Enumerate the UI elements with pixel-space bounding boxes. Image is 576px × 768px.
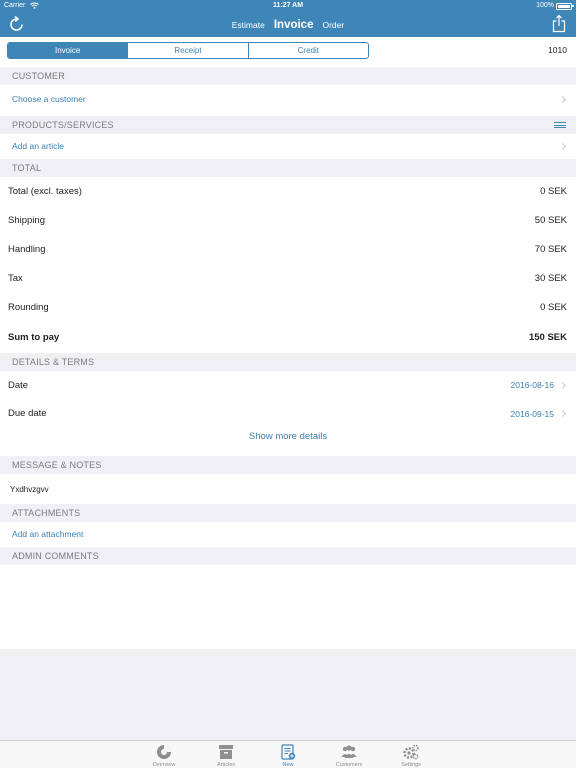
gears-icon — [403, 744, 419, 760]
chevron-right-icon — [558, 409, 567, 418]
document-type-tabs: Estimate Invoice Order — [0, 12, 576, 37]
segment-invoice[interactable]: Invoice — [8, 43, 128, 58]
tab-order[interactable]: Order — [322, 20, 344, 30]
reorder-icon[interactable] — [554, 122, 566, 128]
chevron-right-icon — [558, 95, 567, 104]
tax-row: Tax 30 SEK — [0, 264, 576, 293]
segment-row: Invoice Receipt Credit 1010 — [0, 37, 576, 67]
nav-bar: Estimate Invoice Order — [0, 12, 576, 37]
add-attachment-row[interactable]: Add an attachment — [0, 522, 576, 546]
rounding-value: 0 SEK — [540, 302, 567, 313]
details-section-header: DETAILS & TERMS — [0, 353, 576, 371]
handling-row: Handling 70 SEK — [0, 235, 576, 264]
message-section-header: MESSAGE & NOTES — [0, 456, 576, 474]
shipping-row: Shipping 50 SEK — [0, 206, 576, 235]
status-time: 11:27 AM — [272, 2, 304, 9]
overview-icon — [157, 745, 171, 759]
total-excl-taxes-label: Total (excl. taxes) — [8, 186, 82, 197]
add-article-label: Add an article — [12, 141, 64, 151]
date-row[interactable]: Date 2016-08-16 — [0, 371, 576, 399]
total-section-header: TOTAL — [0, 159, 576, 177]
products-section-header: PRODUCTS/SERVICES — [0, 116, 576, 134]
chevron-right-icon — [558, 142, 567, 151]
status-bar: Carrier 11:27 AM 100% — [0, 0, 576, 12]
message-row[interactable]: Yxdhvzgvv — [0, 474, 576, 504]
customers-icon — [341, 745, 357, 758]
tax-value: 30 SEK — [534, 273, 567, 284]
segment-credit[interactable]: Credit — [247, 43, 368, 58]
choose-customer-label: Choose a customer — [12, 94, 86, 104]
tab-settings-label: Settings — [401, 762, 421, 768]
date-value: 2016-08-16 — [510, 380, 554, 390]
chevron-right-icon — [558, 381, 567, 390]
tab-new-label: New — [282, 762, 294, 768]
shipping-value: 50 SEK — [534, 215, 567, 226]
battery-icon — [556, 2, 574, 10]
handling-label: Handling — [8, 244, 46, 255]
total-excl-taxes-value: 0 SEK — [540, 186, 567, 197]
add-attachment-label: Add an attachment — [12, 529, 84, 539]
shipping-label: Shipping — [8, 215, 45, 226]
total-excl-taxes-row: Total (excl. taxes) 0 SEK — [0, 177, 576, 206]
archive-box-icon — [219, 745, 233, 759]
admin-comments-section-header: ADMIN COMMENTS — [0, 547, 576, 565]
invoice-number: 1010 — [548, 45, 567, 55]
handling-value: 70 SEK — [534, 244, 567, 255]
tab-articles-label: Articles — [216, 762, 236, 768]
sum-to-pay-label: Sum to pay — [8, 331, 60, 343]
tab-bar: Overview Articles New Customers Settings — [0, 740, 576, 768]
segment-receipt[interactable]: Receipt — [127, 43, 247, 58]
tab-customers-label: Customers — [335, 762, 363, 768]
sum-to-pay-value: 150 SEK — [528, 331, 567, 343]
rounding-row: Rounding 0 SEK — [0, 293, 576, 322]
tab-estimate[interactable]: Estimate — [232, 20, 265, 30]
attachments-section-header: ATTACHMENTS — [0, 504, 576, 522]
date-label: Date — [8, 379, 29, 391]
rounding-label: Rounding — [8, 302, 49, 313]
add-article-row[interactable]: Add an article — [0, 134, 576, 158]
admin-comments-area[interactable] — [0, 565, 576, 649]
empty-background — [0, 649, 576, 740]
tab-settings[interactable]: Settings — [386, 741, 436, 768]
message-text: Yxdhvzgvv — [10, 484, 49, 494]
tab-overview-label: Overview — [152, 762, 176, 768]
due-date-value: 2016-09-15 — [510, 408, 554, 419]
choose-customer-row[interactable]: Choose a customer — [0, 85, 576, 113]
invoice-type-segmented-control: Invoice Receipt Credit — [7, 42, 369, 59]
tax-label: Tax — [8, 273, 23, 284]
show-more-details-button[interactable]: Show more details — [0, 428, 576, 446]
sum-to-pay-row: Sum to pay 150 SEK — [0, 322, 576, 352]
tab-invoice[interactable]: Invoice — [274, 19, 314, 31]
due-date-label: Due date — [8, 408, 47, 419]
tab-customers[interactable]: Customers — [324, 741, 374, 768]
due-date-row[interactable]: Due date 2016-09-15 — [0, 399, 576, 428]
tab-articles[interactable]: Articles — [201, 741, 251, 768]
new-document-icon — [281, 744, 296, 760]
tab-new[interactable]: New — [263, 741, 313, 768]
customer-section-header: CUSTOMER — [0, 67, 576, 85]
share-icon[interactable] — [552, 14, 566, 33]
tab-overview[interactable]: Overview — [139, 741, 189, 768]
battery-percent: 100% — [536, 2, 554, 9]
products-section-title: PRODUCTS/SERVICES — [12, 120, 114, 130]
